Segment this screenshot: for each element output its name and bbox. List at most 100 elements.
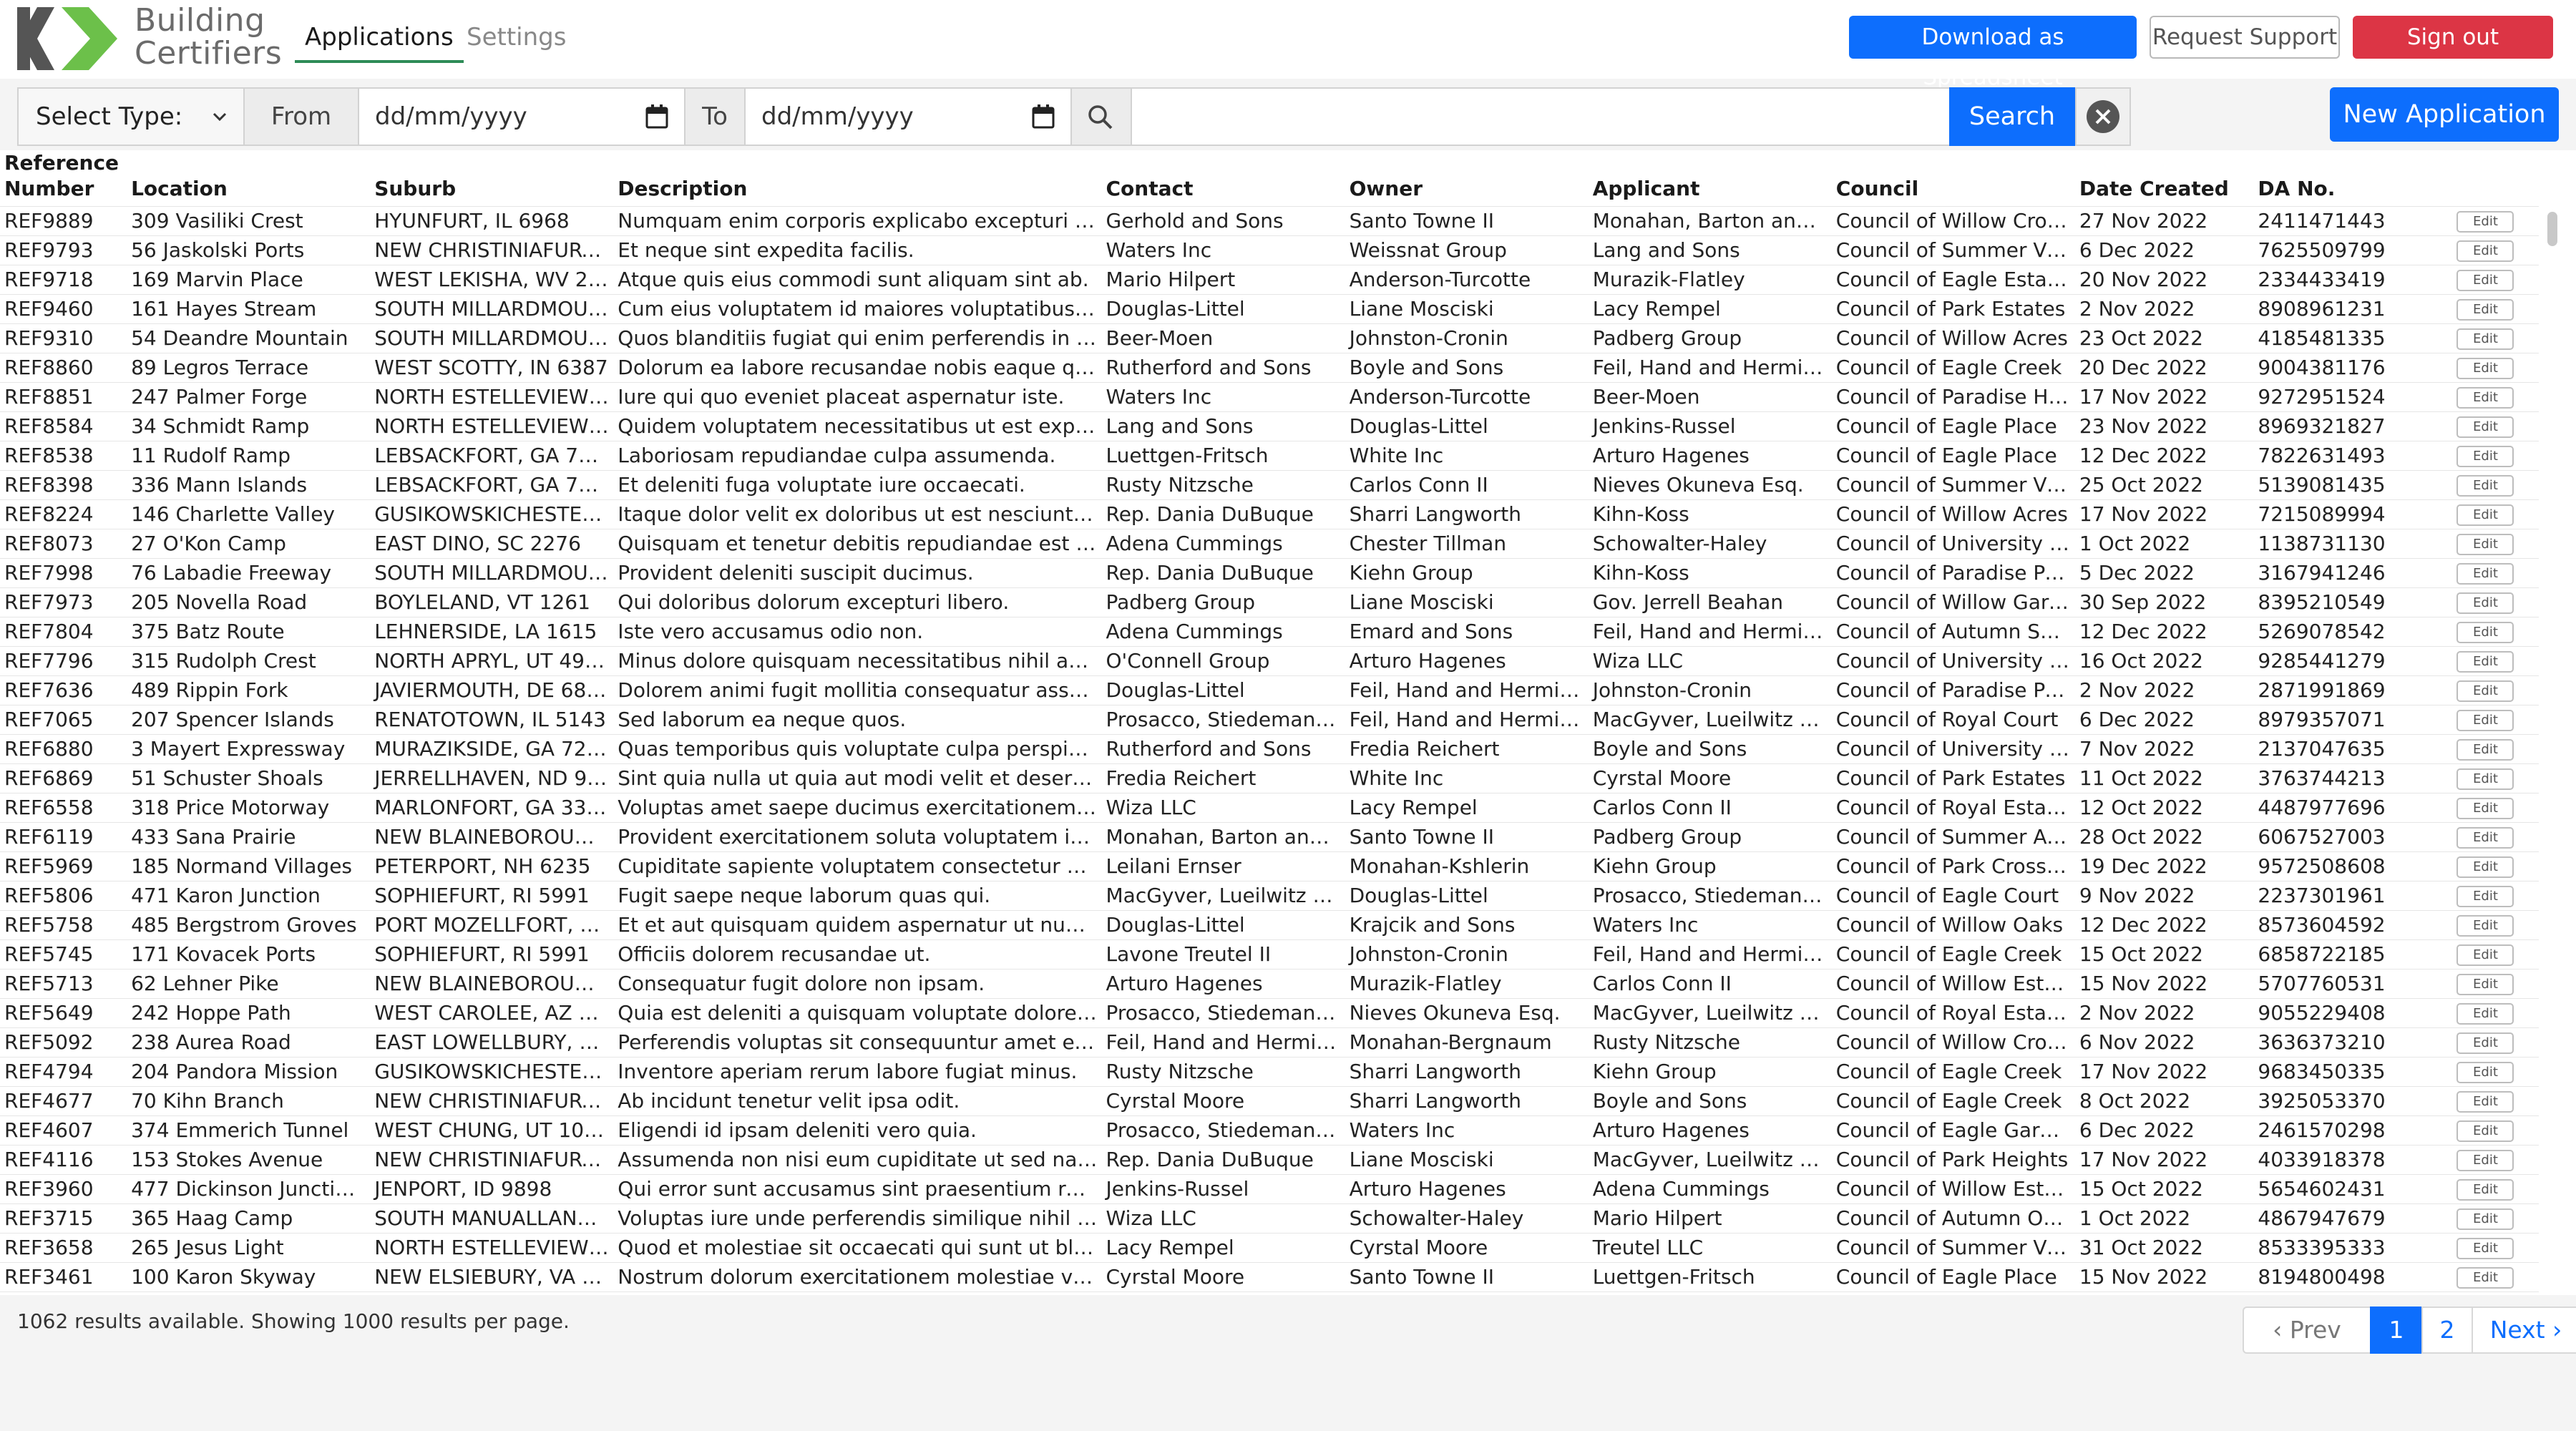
table-row[interactable]: REF4794 204 Pandora Mission GUSIKOWSKICHES… (0, 1057, 2539, 1087)
table-row[interactable]: REF8851 247 Palmer Forge NORTH ESTELLEVIEW… (0, 382, 2539, 412)
edit-button[interactable]: Edit (2457, 974, 2514, 995)
edit-button[interactable]: Edit (2457, 944, 2514, 966)
applications-table-container[interactable]: Reference Number Location Suburb Descriptio… (0, 150, 2576, 1295)
table-row[interactable]: REF6869 51 Schuster Shoals JERRELLHAVEN, N… (0, 763, 2539, 793)
page-1-button[interactable]: 1 (2370, 1307, 2423, 1354)
table-row[interactable]: REF5649 242 Hoppe Path WEST CAROLEE, AZ 82… (0, 998, 2539, 1028)
table-row[interactable]: REF8398 336 Mann Islands LEBSACKFORT, GA 7… (0, 470, 2539, 500)
edit-button[interactable]: Edit (2457, 1267, 2514, 1289)
table-row[interactable]: REF4677 70 Kihn Branch NEW CHRISTINIAFURT,… (0, 1086, 2539, 1116)
clear-search-button[interactable] (2075, 87, 2131, 146)
table-row[interactable]: REF5758 485 Bergstrom Groves PORT MOZELLFO… (0, 910, 2539, 940)
table-row[interactable]: REF8224 146 Charlette Valley GUSIKOWSKICHE… (0, 499, 2539, 529)
request-support-button[interactable]: Request Support (2150, 16, 2340, 59)
table-row[interactable]: REF8538 11 Rudolf Ramp LEBSACKFORT, GA 705… (0, 441, 2539, 471)
table-row[interactable]: REF6119 433 Sana Prairie NEW BLAINEBOROUGH… (0, 822, 2539, 852)
brand-logo[interactable]: Building Certifiers (17, 4, 282, 73)
edit-button[interactable]: Edit (2457, 1208, 2514, 1230)
table-row[interactable]: REF6558 318 Price Motorway MARLONFORT, GA … (0, 793, 2539, 823)
edit-button[interactable]: Edit (2457, 856, 2514, 878)
from-date-input[interactable]: dd/mm/yyyy (358, 87, 686, 146)
edit-button[interactable]: Edit (2457, 680, 2514, 702)
table-row[interactable]: REF5713 62 Lehner Pike NEW BLAINEBOROUGH, … (0, 969, 2539, 999)
table-row[interactable]: REF7998 76 Labadie Freeway SOUTH MILLARDMO… (0, 558, 2539, 588)
edit-button[interactable]: Edit (2457, 299, 2514, 321)
table-row[interactable]: REF3715365 Haag CampSOUTH MANUALLAND, MI… (0, 1203, 2539, 1234)
table-row[interactable]: REF3461 100 Karon Skyway NEW ELSIEBURY, VA… (0, 1262, 2539, 1292)
table-row[interactable]: REF7636 489 Rippin Fork JAVIERMOUTH, DE 68… (0, 675, 2539, 705)
edit-button[interactable]: Edit (2457, 915, 2514, 937)
description-cell: Cum eius voluptatem id maiores voluptati… (613, 294, 1102, 324)
edit-button[interactable]: Edit (2457, 1032, 2514, 1054)
edit-button[interactable]: Edit (2457, 416, 2514, 438)
table-row[interactable]: REF8584 34 Schmidt Ramp NORTH ESTELLEVIEW,… (0, 411, 2539, 441)
table-row[interactable]: REF3313299 Effertz IslandsMARLONFORT, GA… (0, 1291, 2539, 1295)
calendar-icon[interactable] (645, 104, 668, 129)
to-date-input[interactable]: dd/mm/yyyy (744, 87, 1072, 146)
edit-button[interactable]: Edit (2457, 651, 2514, 673)
edit-button[interactable]: Edit (2457, 1003, 2514, 1025)
table-row[interactable]: REF3960 477 Dickinson Junctions JENPORT, I… (0, 1174, 2539, 1204)
table-row[interactable]: REF9310 54 Deandre Mountain SOUTH MILLARDM… (0, 323, 2539, 353)
table-row[interactable]: REF8073 27 O'Kon Camp EAST DINO, SC 2276 Qu… (0, 529, 2539, 559)
edit-button[interactable]: Edit (2457, 475, 2514, 497)
edit-button[interactable]: Edit (2457, 211, 2514, 233)
table-row[interactable]: REF8860 89 Legros Terrace WEST SCOTTY, IN … (0, 353, 2539, 383)
edit-button[interactable]: Edit (2457, 1238, 2514, 1259)
edit-button[interactable]: Edit (2457, 446, 2514, 467)
edit-button[interactable]: Edit (2457, 1179, 2514, 1201)
edit-button[interactable]: Edit (2457, 1120, 2514, 1142)
table-row[interactable]: REF9460 161 Hayes Stream SOUTH MILLARDMOUT… (0, 294, 2539, 324)
prev-page-button[interactable]: ‹ Prev (2243, 1307, 2371, 1354)
table-row[interactable]: REF7796 315 Rudolph Crest NORTH APRYL, UT … (0, 646, 2539, 676)
new-application-button[interactable]: New Application (2330, 87, 2559, 142)
edit-button[interactable]: Edit (2457, 387, 2514, 409)
edit-button[interactable]: Edit (2457, 827, 2514, 849)
table-row[interactable]: REF7804 375 Batz Route LEHNERSIDE, LA 1615… (0, 617, 2539, 647)
actions-cell: Edit (2431, 1057, 2539, 1087)
table-row[interactable]: REF4607 374 Emmerich Tunnel WEST CHUNG, UT… (0, 1115, 2539, 1146)
edit-button[interactable]: Edit (2457, 504, 2514, 526)
search-button[interactable]: Search (1949, 87, 2075, 146)
calendar-icon[interactable] (1032, 104, 1055, 129)
edit-button[interactable]: Edit (2457, 768, 2514, 790)
edit-button[interactable]: Edit (2457, 270, 2514, 291)
table-row[interactable]: REF6880 3 Mayert Expressway MURAZIKSIDE, G… (0, 734, 2539, 764)
edit-button[interactable]: Edit (2457, 1062, 2514, 1083)
table-row[interactable]: REF7065 207 Spencer Islands RENATOTOWN, IL… (0, 705, 2539, 735)
edit-button[interactable]: Edit (2457, 1091, 2514, 1113)
search-input[interactable] (1131, 87, 1951, 146)
download-spreadsheet-button[interactable]: Download as Spreadsheet (1849, 16, 2137, 90)
edit-button[interactable]: Edit (2457, 798, 2514, 819)
reference-cell: REF5758 (0, 910, 127, 940)
tab-applications[interactable]: Applications (295, 20, 464, 63)
tab-settings[interactable]: Settings (457, 20, 576, 54)
select-type-dropdown[interactable]: Select Type: (17, 87, 245, 146)
table-row[interactable]: REF5969 185 Normand Villages PETERPORT, NH… (0, 851, 2539, 881)
location-cell: 153 Stokes Avenue (127, 1145, 371, 1175)
edit-button[interactable]: Edit (2457, 358, 2514, 379)
edit-button[interactable]: Edit (2457, 622, 2514, 643)
edit-button[interactable]: Edit (2457, 563, 2514, 585)
edit-button[interactable]: Edit (2457, 534, 2514, 555)
table-row[interactable]: REF4116 153 Stokes Avenue NEW CHRISTINIAFU… (0, 1145, 2539, 1175)
page-2-button[interactable]: 2 (2421, 1307, 2473, 1354)
table-row[interactable]: REF5745 171 Kovacek Ports SOPHIEFURT, RI 5… (0, 939, 2539, 970)
next-page-button[interactable]: Next › (2472, 1307, 2576, 1354)
edit-button[interactable]: Edit (2457, 739, 2514, 761)
table-row[interactable]: REF3658 265 Jesus Light NORTH ESTELLEVIEW,… (0, 1233, 2539, 1263)
table-row[interactable]: REF9793 56 Jaskolski Ports NEW CHRISTINIAF… (0, 235, 2539, 265)
edit-button[interactable]: Edit (2457, 710, 2514, 731)
table-row[interactable]: REF5806 471 Karon Junction SOPHIEFURT, RI … (0, 881, 2539, 911)
table-row[interactable]: REF9718 169 Marvin Place WEST LEKISHA, WV … (0, 265, 2539, 295)
table-row[interactable]: REF7973 205 Novella Road BOYLELAND, VT 126… (0, 587, 2539, 617)
sign-out-button[interactable]: Sign out (2353, 16, 2553, 59)
table-scrollbar[interactable] (2547, 212, 2557, 246)
edit-button[interactable]: Edit (2457, 328, 2514, 350)
edit-button[interactable]: Edit (2457, 240, 2514, 262)
table-row[interactable]: REF9889 309 Vasiliki Crest HYUNFURT, IL 69… (0, 206, 2539, 236)
edit-button[interactable]: Edit (2457, 886, 2514, 907)
edit-button[interactable]: Edit (2457, 592, 2514, 614)
edit-button[interactable]: Edit (2457, 1150, 2514, 1171)
table-row[interactable]: REF5092 238 Aurea Road EAST LOWELLBURY, TN… (0, 1027, 2539, 1058)
